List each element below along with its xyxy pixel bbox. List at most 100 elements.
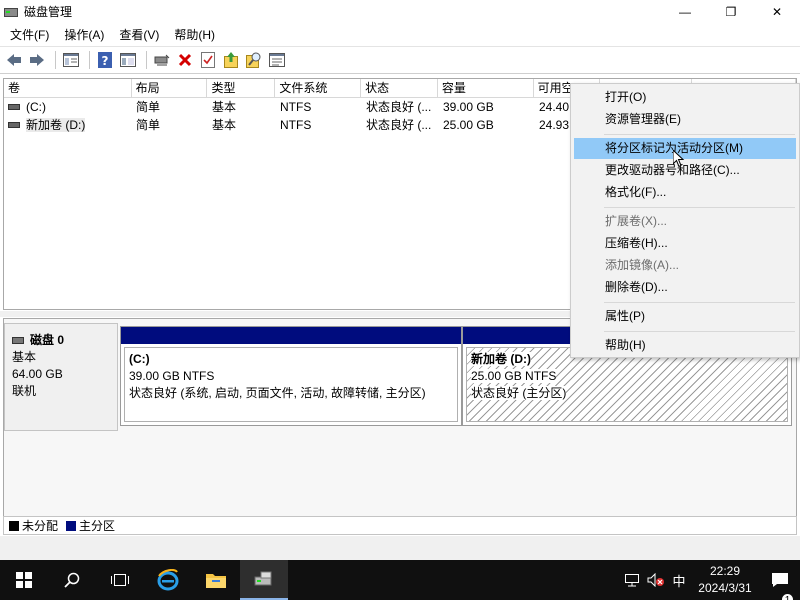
menu-mark-active[interactable]: 将分区标记为活动分区(M)	[574, 138, 796, 159]
volume-muted-icon[interactable]	[644, 573, 668, 587]
internet-explorer-icon[interactable]	[144, 560, 192, 600]
menu-explorer[interactable]: 资源管理器(E)	[574, 109, 796, 130]
title-bar: 磁盘管理 — ❐ ✕	[0, 0, 800, 23]
volume-icon	[8, 121, 20, 128]
toolbar-separator	[146, 51, 147, 69]
menu-open[interactable]: 打开(O)	[574, 87, 796, 108]
disk-name: 磁盘 0	[30, 333, 65, 347]
menu-action[interactable]: 操作(A)	[59, 26, 109, 43]
partition-name: (C:)	[129, 352, 150, 366]
system-tray: 中 22:29 2024/3/31 1	[620, 560, 800, 600]
partition-name: 新加卷 (D:)	[471, 352, 531, 366]
capacity-cell: 25.00 GB	[443, 118, 494, 132]
layout-cell: 简单	[136, 118, 161, 132]
volume-cell: (C:)	[4, 98, 132, 116]
help-icon[interactable]: ?	[95, 50, 115, 70]
legend-unallocated: 未分配	[22, 519, 59, 533]
network-icon[interactable]	[620, 573, 644, 587]
partition-d-body: 新加卷 (D:) 25.00 GB NTFS 状态良好 (主分区)	[466, 347, 788, 422]
menu-separator	[604, 134, 795, 135]
primary-swatch	[66, 520, 77, 531]
menu-properties[interactable]: 属性(P)	[574, 306, 796, 327]
status-cell: 状态良好 (...	[366, 118, 432, 132]
file-explorer-icon[interactable]	[192, 560, 240, 600]
ime-indicator[interactable]: 中	[668, 571, 690, 590]
properties-icon[interactable]	[118, 50, 138, 70]
toolbar-separator	[89, 51, 90, 69]
disk-state: 联机	[12, 384, 37, 398]
notification-center-icon[interactable]: 1	[760, 572, 800, 600]
partition-c[interactable]: (C:) 39.00 GB NTFS 状态良好 (系统, 启动, 页面文件, 活…	[120, 326, 462, 426]
menu-file[interactable]: 文件(F)	[5, 26, 54, 43]
connect-icon[interactable]	[152, 50, 172, 70]
back-icon[interactable]	[4, 50, 24, 70]
menu-bar: 文件(F) 操作(A) 查看(V) 帮助(H)	[0, 24, 220, 45]
filesystem-cell: NTFS	[280, 118, 312, 132]
layout-cell: 简单	[136, 100, 161, 114]
partition-c-body: (C:) 39.00 GB NTFS 状态良好 (系统, 启动, 页面文件, 活…	[124, 347, 458, 422]
menu-separator	[604, 302, 795, 303]
column-layout[interactable]: 布局	[132, 79, 208, 97]
toolbar: ?	[0, 46, 800, 74]
partition-size: 25.00 GB NTFS	[471, 369, 557, 383]
task-view-button[interactable]	[96, 560, 144, 600]
context-menu: 打开(O) 资源管理器(E) 将分区标记为活动分区(M) 更改驱动器号和路径(C…	[570, 83, 800, 358]
menu-separator	[604, 207, 795, 208]
volume-name: (C:)	[26, 100, 46, 114]
volume-name: 新加卷 (D:)	[26, 118, 86, 132]
check-icon[interactable]	[198, 50, 218, 70]
disk-0-label[interactable]: 磁盘 0 基本 64.00 GB 联机	[4, 323, 118, 431]
partition-size: 39.00 GB NTFS	[129, 369, 215, 383]
capacity-cell: 39.00 GB	[443, 100, 494, 114]
close-button[interactable]: ✕	[754, 0, 800, 23]
legend: 未分配 主分区	[3, 516, 797, 535]
toolbar-separator	[55, 51, 56, 69]
clock-date: 2024/3/31	[698, 581, 752, 595]
svg-text:?: ?	[102, 54, 109, 68]
clock[interactable]: 22:29 2024/3/31	[690, 563, 760, 597]
filesystem-cell: NTFS	[280, 100, 312, 114]
menu-shrink-volume[interactable]: 压缩卷(H)...	[574, 233, 796, 254]
menu-extend-volume[interactable]: 扩展卷(X)...	[574, 211, 796, 232]
disk-management-app-icon[interactable]	[3, 5, 19, 19]
mouse-cursor-icon	[672, 148, 685, 171]
primary-partition-bar	[121, 327, 461, 344]
disk-icon	[12, 337, 24, 344]
menu-help-item[interactable]: 帮助(H)	[574, 335, 796, 356]
menu-change-drive-letter[interactable]: 更改驱动器号和路径(C)...	[574, 160, 796, 181]
menu-view[interactable]: 查看(V)	[114, 26, 164, 43]
status-bar	[0, 536, 800, 560]
column-volume[interactable]: 卷	[4, 79, 132, 97]
clock-time: 22:29	[709, 564, 741, 578]
forward-icon[interactable]	[27, 50, 47, 70]
partition-status: 状态良好 (主分区)	[471, 386, 567, 400]
maximize-button[interactable]: ❐	[708, 0, 754, 23]
disk-management-taskbar-icon[interactable]	[240, 560, 288, 600]
window-title: 磁盘管理	[24, 5, 73, 19]
disk-type: 基本	[12, 350, 37, 364]
list-icon[interactable]	[267, 50, 287, 70]
console-tree-icon[interactable]	[61, 50, 81, 70]
minimize-button[interactable]: —	[662, 0, 708, 23]
search-button[interactable]	[48, 560, 96, 600]
menu-delete-volume[interactable]: 删除卷(D)...	[574, 277, 796, 298]
menu-help[interactable]: 帮助(H)	[169, 26, 220, 43]
menu-format[interactable]: 格式化(F)...	[574, 182, 796, 203]
column-type[interactable]: 类型	[207, 79, 276, 97]
column-status[interactable]: 状态	[361, 79, 438, 97]
search-icon[interactable]	[244, 50, 264, 70]
column-capacity[interactable]: 容量	[438, 79, 534, 97]
disk-size: 64.00 GB	[12, 367, 63, 381]
upload-icon[interactable]	[221, 50, 241, 70]
notification-badge: 1	[781, 593, 794, 600]
delete-icon[interactable]	[175, 50, 195, 70]
volume-icon	[8, 103, 20, 110]
column-filesystem[interactable]: 文件系统	[275, 79, 362, 97]
menu-separator	[604, 331, 795, 332]
menu-add-mirror[interactable]: 添加镜像(A)...	[574, 255, 796, 276]
status-cell: 状态良好 (...	[366, 100, 432, 114]
start-button[interactable]	[0, 560, 48, 600]
type-cell: 基本	[212, 118, 237, 132]
type-cell: 基本	[212, 100, 237, 114]
volume-cell: 新加卷 (D:)	[4, 116, 132, 134]
